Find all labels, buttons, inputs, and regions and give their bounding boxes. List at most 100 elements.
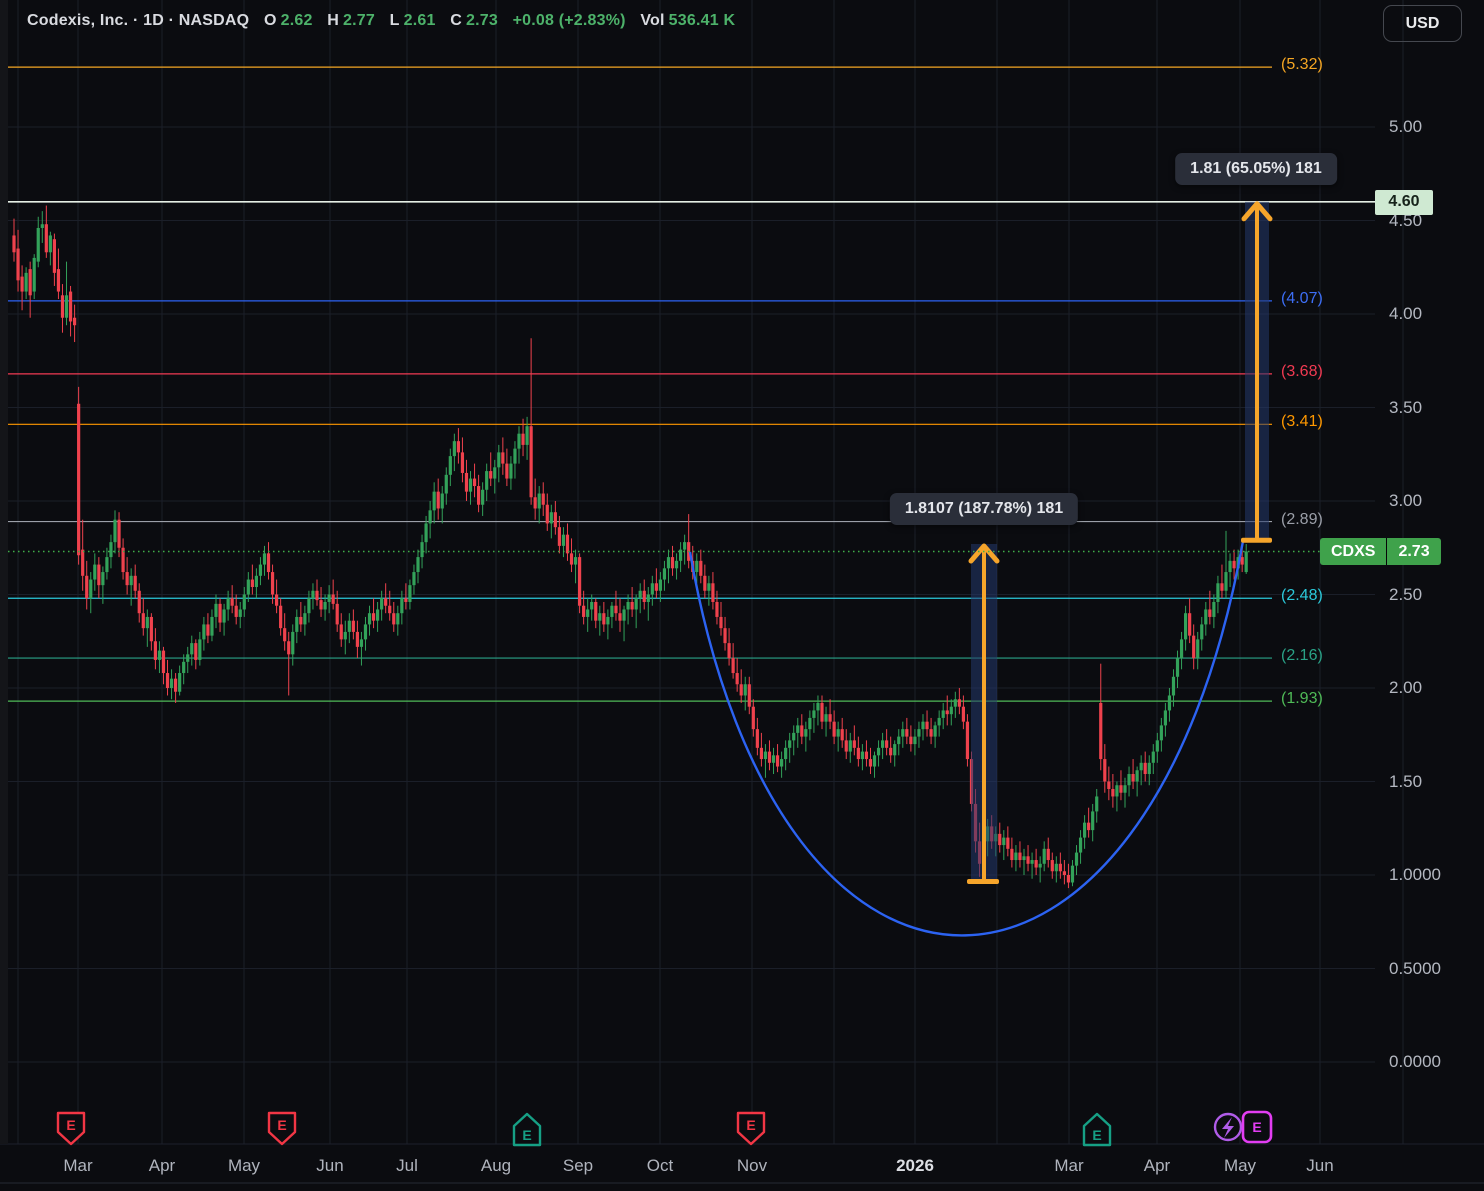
candle-body bbox=[1014, 852, 1018, 861]
candle-body bbox=[222, 609, 226, 623]
candle-body bbox=[404, 598, 408, 602]
candle-body bbox=[32, 257, 36, 292]
candle-body bbox=[283, 628, 287, 642]
volume-label: Vol bbox=[640, 12, 665, 29]
candle-body bbox=[73, 317, 77, 326]
candle-body bbox=[820, 702, 824, 722]
candle-body bbox=[590, 601, 594, 610]
price-level-lines[interactable] bbox=[8, 66, 1375, 702]
candle-body bbox=[832, 721, 836, 737]
candle-body bbox=[380, 598, 384, 610]
symbol-legend[interactable]: Codexis, Inc. · 1D · NASDAQ O 2.62 H 2.77 … bbox=[27, 12, 739, 30]
candle-body bbox=[606, 616, 610, 625]
candle-body bbox=[1103, 759, 1107, 782]
candle-body bbox=[279, 605, 283, 629]
candle-body bbox=[1179, 639, 1184, 659]
candle-body bbox=[747, 684, 751, 707]
candle-body bbox=[371, 613, 376, 621]
candle-body bbox=[905, 729, 909, 737]
candle-body bbox=[1030, 860, 1034, 864]
measure-base-bar[interactable] bbox=[1241, 537, 1272, 543]
candle-body bbox=[287, 641, 291, 655]
candle-body bbox=[1002, 837, 1006, 846]
candle-body bbox=[206, 624, 210, 636]
candle-body bbox=[1208, 609, 1212, 617]
candle-body bbox=[868, 759, 873, 767]
candle-body bbox=[1127, 774, 1131, 786]
window-edge bbox=[0, 0, 8, 1144]
candle-body bbox=[182, 661, 186, 674]
measure-base-bar[interactable] bbox=[967, 879, 999, 885]
earnings-upcoming-box-icon[interactable]: E bbox=[1241, 1110, 1273, 1144]
candle-body bbox=[537, 493, 541, 509]
candle-body bbox=[509, 463, 513, 479]
candle-body bbox=[816, 702, 820, 711]
candle-body bbox=[674, 560, 679, 569]
candle-body bbox=[214, 603, 218, 617]
earnings-past-down-icon[interactable]: E bbox=[56, 1111, 86, 1146]
low-value: 2.61 bbox=[403, 12, 436, 29]
candle-body bbox=[169, 678, 174, 688]
price-range-measure[interactable] bbox=[967, 543, 1000, 885]
candle-body bbox=[363, 624, 368, 640]
candle-body bbox=[145, 616, 149, 629]
candle-body bbox=[133, 575, 137, 591]
candle-body bbox=[1163, 710, 1167, 726]
candle-body bbox=[1034, 860, 1038, 868]
candle-body bbox=[505, 463, 509, 479]
price-line-label: (2.89) bbox=[1281, 510, 1323, 528]
candle-body bbox=[1147, 762, 1151, 775]
candle-body bbox=[1066, 875, 1071, 883]
price-axis-label: 2.00 bbox=[1389, 678, 1423, 697]
candle-body bbox=[234, 605, 238, 617]
candle-body bbox=[784, 747, 788, 760]
candle-body bbox=[178, 673, 182, 692]
candle-body bbox=[1139, 762, 1143, 771]
candle-body bbox=[933, 725, 937, 737]
candle-body bbox=[400, 598, 404, 614]
earnings-past-up-icon[interactable]: E bbox=[1082, 1112, 1112, 1147]
candle-body bbox=[424, 523, 428, 543]
candle-body bbox=[1078, 837, 1083, 853]
price-range-measure[interactable] bbox=[1241, 201, 1273, 543]
candle-body bbox=[250, 579, 254, 588]
candle-body bbox=[376, 609, 380, 621]
candle-body bbox=[658, 579, 662, 591]
earnings-past-down-icon[interactable]: E bbox=[267, 1111, 297, 1146]
candle-body bbox=[541, 493, 545, 505]
candle-body bbox=[707, 583, 711, 591]
earnings-upcoming-flash-icon[interactable] bbox=[1213, 1112, 1243, 1142]
candle-body bbox=[864, 751, 869, 760]
candle-body bbox=[929, 729, 933, 737]
candle-body bbox=[460, 452, 465, 473]
candle-body bbox=[77, 403, 81, 556]
earnings-past-down-icon[interactable]: E bbox=[736, 1111, 766, 1146]
price-axis-label: 3.00 bbox=[1389, 491, 1423, 510]
candle-body bbox=[945, 710, 949, 715]
candle-body bbox=[327, 594, 331, 602]
candle-body bbox=[885, 740, 889, 748]
candle-body bbox=[202, 624, 206, 640]
price-axis-label: 0.5000 bbox=[1389, 958, 1441, 978]
candle-body bbox=[893, 744, 897, 756]
candle-body bbox=[472, 478, 477, 487]
candle-body bbox=[359, 639, 364, 647]
candle-body bbox=[735, 673, 739, 685]
candle-body bbox=[48, 235, 52, 253]
price-axis-label: 1.50 bbox=[1389, 771, 1423, 791]
candle-body bbox=[565, 534, 570, 554]
candle-body bbox=[739, 684, 743, 696]
candle-body bbox=[780, 759, 784, 767]
candle-body bbox=[860, 751, 864, 760]
candle-body bbox=[941, 710, 945, 718]
candle-body bbox=[1087, 822, 1091, 831]
price-line-label: (3.41) bbox=[1281, 413, 1323, 431]
candle-body bbox=[1006, 837, 1010, 849]
candle-body bbox=[392, 613, 396, 625]
earnings-past-up-icon[interactable]: E bbox=[512, 1112, 542, 1147]
currency-button[interactable]: USD bbox=[1383, 5, 1462, 42]
candle-body bbox=[573, 557, 578, 565]
candle-body bbox=[1159, 725, 1163, 741]
time-axis-label: May bbox=[227, 1156, 261, 1175]
candle-body bbox=[646, 594, 650, 602]
